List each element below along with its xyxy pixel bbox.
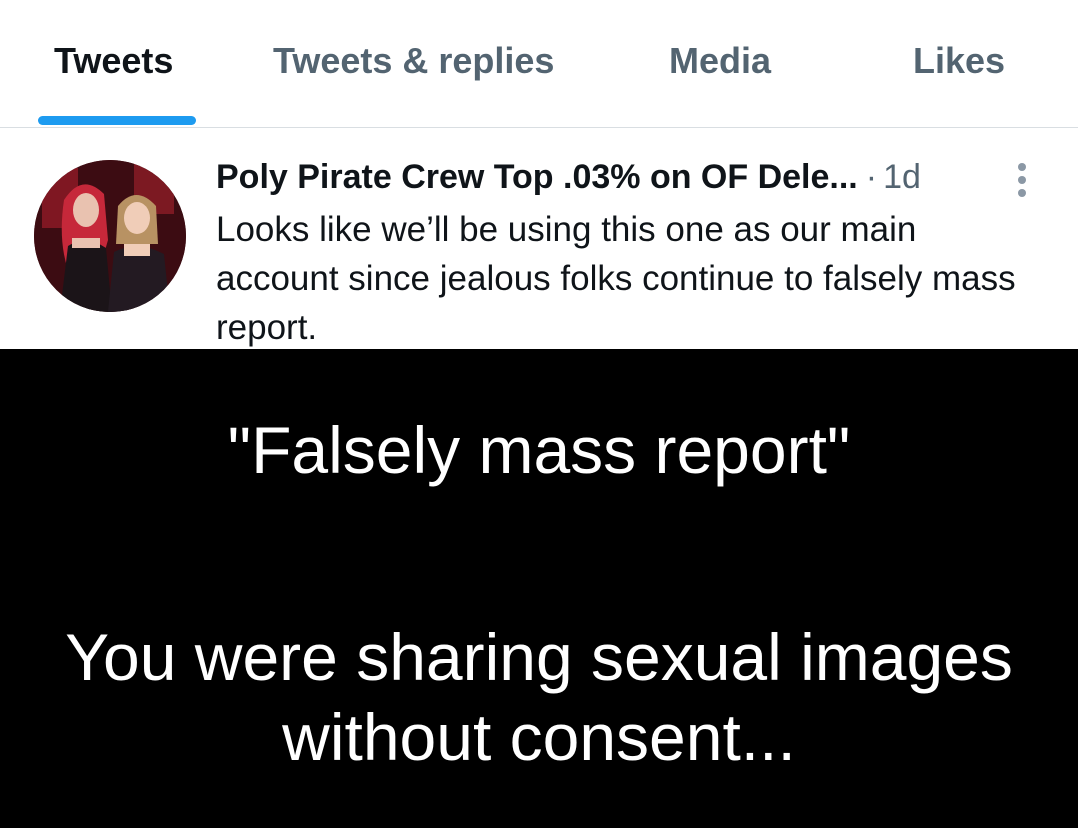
tab-likes[interactable]: Likes (913, 40, 1005, 82)
author-name[interactable]: Poly Pirate Crew Top .03% on OF Dele... (216, 158, 858, 196)
active-tab-indicator (38, 116, 196, 125)
tweet-header: Poly Pirate Crew Top .03% on OF Dele... ·… (216, 155, 921, 199)
meme-caption-bottom: You were sharing sexual images without c… (65, 620, 1013, 774)
tweet-timestamp[interactable]: 1d (883, 158, 921, 196)
meme-caption-top: "Falsely mass report" (227, 413, 851, 487)
tab-media[interactable]: Media (669, 40, 771, 82)
profile-timeline: Tweets Tweets & replies Media Likes Poly… (0, 0, 1078, 828)
tab-tweets-and-replies[interactable]: Tweets & replies (273, 40, 554, 82)
tweet-text: Looks like we’ll be using this one as ou… (216, 210, 1016, 347)
avatar[interactable] (34, 160, 186, 312)
more-icon-glyph (1018, 163, 1026, 197)
tweet-media-image[interactable]: "Falsely mass report" You were sharing s… (0, 349, 1078, 828)
tweet[interactable]: Poly Pirate Crew Top .03% on OF Dele... ·… (0, 127, 1078, 349)
more-vertical-icon[interactable] (1008, 161, 1036, 201)
profile-tabs: Tweets Tweets & replies Media Likes (0, 0, 1078, 128)
tab-tweets[interactable]: Tweets (54, 40, 173, 82)
separator-dot: · (865, 158, 878, 196)
profile-photo (34, 160, 186, 312)
